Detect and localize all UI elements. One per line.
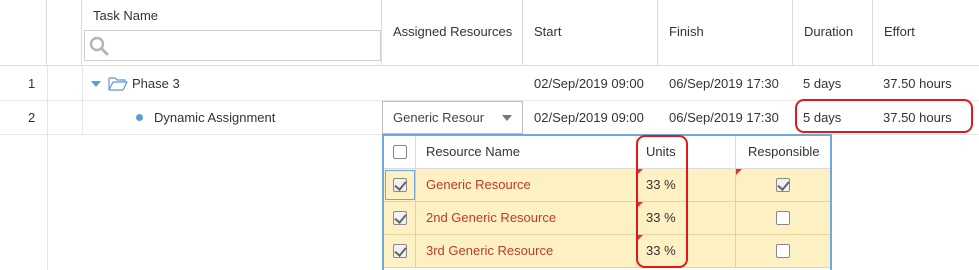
row-number: 2: [28, 110, 36, 125]
header-resource-name[interactable]: Resource Name: [426, 136, 520, 168]
resource-row[interactable]: 2nd Generic Resource 33 %: [384, 202, 830, 235]
assigned-resources-value: Generic Resour: [393, 110, 485, 125]
responsible-checkbox[interactable]: [776, 211, 790, 225]
column-divider: [415, 202, 416, 235]
resource-name[interactable]: Generic Resource: [426, 169, 531, 201]
start-date[interactable]: 02/Sep/2019 09:00: [534, 101, 644, 134]
column-divider: [415, 235, 416, 268]
duration-effort-highlight: [795, 99, 973, 133]
collapse-caret-icon[interactable]: [91, 80, 101, 88]
finish-date[interactable]: 06/Sep/2019 17:30: [669, 101, 779, 134]
header-start[interactable]: Start: [523, 0, 658, 66]
resource-popup-header: Resource Name Units Responsible: [384, 136, 830, 169]
start-date[interactable]: 02/Sep/2019 09:00: [534, 67, 644, 100]
resource-select-checkbox[interactable]: [393, 211, 407, 225]
resource-name[interactable]: 3rd Generic Resource: [426, 235, 553, 267]
responsible-checkbox[interactable]: [776, 178, 790, 192]
resource-row[interactable]: 3rd Generic Resource 33 %: [384, 235, 830, 268]
header-sort[interactable]: [47, 0, 113, 66]
gantt-grid: Task Name Assigned Resources Start Finis…: [0, 0, 979, 270]
header-task-name-label: Task Name: [93, 8, 159, 23]
select-all-checkbox[interactable]: [393, 145, 407, 159]
header-assigned-resources-label: Assigned Resources: [393, 24, 513, 39]
header-rownum: [0, 0, 47, 66]
task-name[interactable]: Dynamic Assignment: [154, 101, 275, 134]
chevron-down-icon[interactable]: [502, 115, 512, 121]
column-divider: [415, 169, 416, 202]
duration-value[interactable]: 5 days: [803, 67, 841, 100]
assigned-resources-dropdown[interactable]: Generic Resour: [382, 101, 523, 134]
task-search-field[interactable]: [84, 30, 381, 61]
header-assigned-resources[interactable]: Assigned Resources: [382, 0, 523, 66]
search-input[interactable]: [111, 33, 371, 58]
units-column-highlight: [636, 135, 688, 268]
header-duration[interactable]: Duration: [793, 0, 873, 66]
header-start-label: Start: [534, 24, 562, 39]
table-row[interactable]: 1 Phase 3 02/Sep/2019 09:00 06/Sep/2019 …: [0, 67, 979, 101]
finish-date[interactable]: 06/Sep/2019 17:30: [669, 67, 779, 100]
search-icon: [89, 36, 109, 56]
column-divider: [735, 235, 736, 268]
resource-select-checkbox[interactable]: [393, 178, 407, 192]
row-number: 1: [28, 76, 36, 91]
responsible-checkbox[interactable]: [776, 244, 790, 258]
task-bullet-icon: [136, 114, 143, 121]
header-finish-label: Finish: [669, 24, 704, 39]
header-effort[interactable]: Effort: [873, 0, 979, 66]
effort-value[interactable]: 37.50 hours: [883, 67, 952, 100]
resource-assignment-popup: Resource Name Units Responsible Generic …: [382, 134, 832, 270]
header-responsible[interactable]: Responsible: [748, 136, 820, 168]
resource-name[interactable]: 2nd Generic Resource: [426, 202, 556, 234]
folder-open-icon: [108, 77, 128, 91]
column-divider: [415, 136, 416, 169]
task-name[interactable]: Phase 3: [132, 67, 180, 100]
resource-row[interactable]: Generic Resource 33 %: [384, 169, 830, 202]
resource-select-checkbox[interactable]: [393, 244, 407, 258]
column-divider: [735, 202, 736, 235]
header-effort-label: Effort: [884, 24, 915, 39]
modified-marker-icon: [736, 169, 742, 175]
header-finish[interactable]: Finish: [658, 0, 793, 66]
header-duration-label: Duration: [804, 24, 854, 39]
column-divider: [735, 136, 736, 169]
